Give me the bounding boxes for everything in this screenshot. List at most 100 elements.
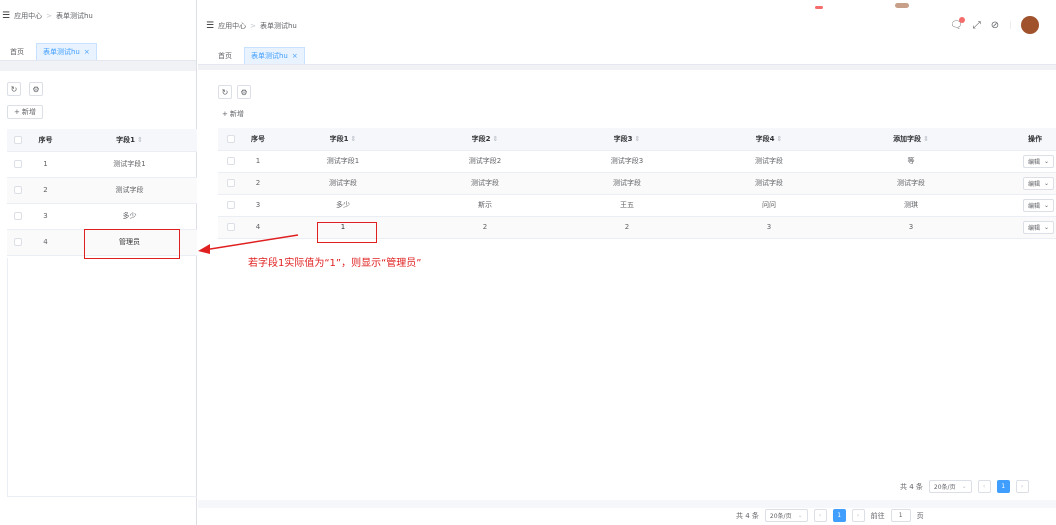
col-header-field2[interactable]: 字段2 ⇕	[414, 128, 556, 151]
fullscreen-icon[interactable]: ⤢	[973, 20, 981, 31]
page-size-select[interactable]: 20条/页 ⌄	[764, 509, 808, 522]
close-icon[interactable]: ×	[292, 52, 298, 60]
edit-dropdown[interactable]: 编辑 ⌄	[1022, 154, 1054, 168]
cell: 测试字段3	[556, 150, 698, 173]
tab-home[interactable]: 首页	[4, 43, 30, 60]
col-header-label: 字段4	[755, 134, 775, 143]
row-checkbox[interactable]	[218, 172, 244, 195]
row-checkbox[interactable]	[7, 177, 29, 204]
cell: 测试字段2	[414, 150, 556, 173]
table-row: 1 测试字段1 测试字段2 测试字段3 测试字段 等 编辑 ⌄	[218, 150, 1056, 173]
highlight-box-admin	[84, 229, 180, 259]
row-checkbox[interactable]	[7, 151, 29, 178]
breadcrumb-root[interactable]: 应用中心	[14, 11, 42, 21]
close-icon[interactable]: ×	[84, 48, 90, 56]
breadcrumb: ☰ 应用中心 > 表单测试hu	[206, 21, 297, 31]
select-all-checkbox[interactable]	[7, 129, 29, 152]
row-index: 4	[29, 229, 62, 256]
next-page-button[interactable]: ›	[1015, 480, 1029, 493]
top-decoration-dot	[815, 6, 823, 9]
arrow-line	[203, 234, 299, 251]
refresh-icon[interactable]: ↻	[7, 82, 21, 96]
menu-fold-icon[interactable]: ☰	[2, 11, 10, 21]
edit-label: 编辑	[1027, 202, 1040, 210]
col-header-index: 序号	[244, 128, 272, 151]
page-unit-label: 页	[916, 511, 924, 520]
page-number-current[interactable]: 1	[996, 480, 1010, 493]
table-row: 2 测试字段 测试字段 测试字段 测试字段 测试字段 编辑 ⌄	[218, 172, 1056, 195]
edit-dropdown[interactable]: 编辑 ⌄	[1022, 176, 1054, 190]
breadcrumb-root[interactable]: 应用中心	[218, 21, 246, 31]
cell: 2	[556, 216, 698, 239]
notification-badge	[958, 16, 965, 23]
goto-page-input[interactable]: 1	[890, 509, 911, 522]
breadcrumb-current: 表单测试hu	[55, 12, 93, 20]
prev-page-button[interactable]: ‹	[813, 509, 827, 522]
page-number-current[interactable]: 1	[832, 509, 846, 522]
chevron-down-icon: ⌄	[1043, 201, 1049, 209]
col-header-label: 字段1	[329, 134, 349, 143]
col-header-added-field[interactable]: 添加字段 ⇕	[840, 128, 982, 151]
settings-icon[interactable]: ⚙	[29, 82, 43, 96]
breadcrumb-current: 表单测试hu	[259, 22, 297, 30]
sort-icon[interactable]: ⇕	[777, 135, 783, 143]
row-actions: 编辑 ⌄	[982, 172, 1056, 195]
sort-icon[interactable]: ⇕	[351, 135, 357, 143]
tab-bar: 首页 表单测试hu ×	[0, 37, 196, 61]
sort-icon[interactable]: ⇕	[493, 135, 499, 143]
cell: 王五	[556, 194, 698, 217]
add-button[interactable]: + 新增	[7, 105, 43, 119]
avatar[interactable]	[1021, 16, 1040, 34]
select-all-checkbox[interactable]	[218, 128, 244, 151]
cell: 3	[840, 216, 982, 239]
col-header-field1[interactable]: 字段1 ⇕	[272, 128, 414, 151]
page-size-select[interactable]: 20条/页 ⌄	[928, 480, 972, 493]
sort-icon[interactable]: ⇕	[923, 135, 929, 143]
row-actions: 编辑 ⌄	[982, 194, 1056, 217]
row-checkbox[interactable]	[218, 150, 244, 173]
menu-fold-icon[interactable]: ☰	[206, 21, 214, 31]
pagination: 共 4 条 20条/页 ⌄ ‹ 1 ›	[900, 480, 1029, 493]
header-right: 🗨 ⤢ ⊘ |	[950, 16, 1040, 34]
plus-icon: +	[222, 110, 228, 118]
row-index: 2	[29, 177, 62, 204]
top-decoration-avatar	[895, 3, 909, 8]
page-size-label: 20条/页	[933, 484, 956, 491]
settings-icon[interactable]: ⚙	[237, 85, 251, 99]
edit-dropdown[interactable]: 编辑 ⌄	[1022, 220, 1054, 234]
chevron-down-icon: ⌄	[1043, 157, 1049, 165]
row-checkbox[interactable]	[7, 229, 29, 256]
table-row: 3 多少	[7, 203, 197, 230]
add-button-label: 新增	[229, 110, 244, 118]
tab-form-test-label: 表单测试hu	[43, 48, 80, 56]
sort-icon[interactable]: ⇕	[137, 136, 143, 144]
row-checkbox[interactable]	[218, 194, 244, 217]
chevron-down-icon: ⌄	[1043, 223, 1049, 231]
prev-page-button[interactable]: ‹	[977, 480, 991, 493]
edit-label: 编辑	[1027, 158, 1040, 166]
table-row: 3 多少 斯示 王五 问问 测琪 编辑 ⌄	[218, 194, 1056, 217]
cell: 等	[840, 150, 982, 173]
tab-form-test-label: 表单测试hu	[251, 52, 288, 60]
row-index: 1	[29, 151, 62, 178]
message-icon[interactable]: 🗨	[950, 16, 965, 31]
tab-form-test[interactable]: 表单测试hu ×	[244, 47, 305, 64]
row-field1: 测试字段1	[62, 151, 197, 178]
col-header-field1[interactable]: 字段1 ⇕	[62, 129, 197, 152]
col-header-field3[interactable]: 字段3 ⇕	[556, 128, 698, 151]
left-bottom-line	[7, 496, 197, 497]
sort-icon[interactable]: ⇕	[635, 135, 641, 143]
next-page-button[interactable]: ›	[851, 509, 865, 522]
col-header-field1-label: 字段1	[116, 135, 135, 144]
hide-icon[interactable]: ⊘	[991, 20, 999, 31]
col-header-field4[interactable]: 字段4 ⇕	[698, 128, 840, 151]
tab-form-test[interactable]: 表单测试hu ×	[36, 43, 97, 60]
refresh-icon[interactable]: ↻	[218, 85, 232, 99]
edit-dropdown[interactable]: 编辑 ⌄	[1022, 198, 1054, 212]
cell: 多少	[272, 194, 414, 217]
breadcrumb: ☰ 应用中心 > 表单测试hu	[2, 11, 93, 21]
cell: 测试字段	[556, 172, 698, 195]
row-checkbox[interactable]	[7, 203, 29, 230]
tab-home[interactable]: 首页	[212, 47, 238, 64]
add-button[interactable]: + 新增	[222, 107, 244, 121]
